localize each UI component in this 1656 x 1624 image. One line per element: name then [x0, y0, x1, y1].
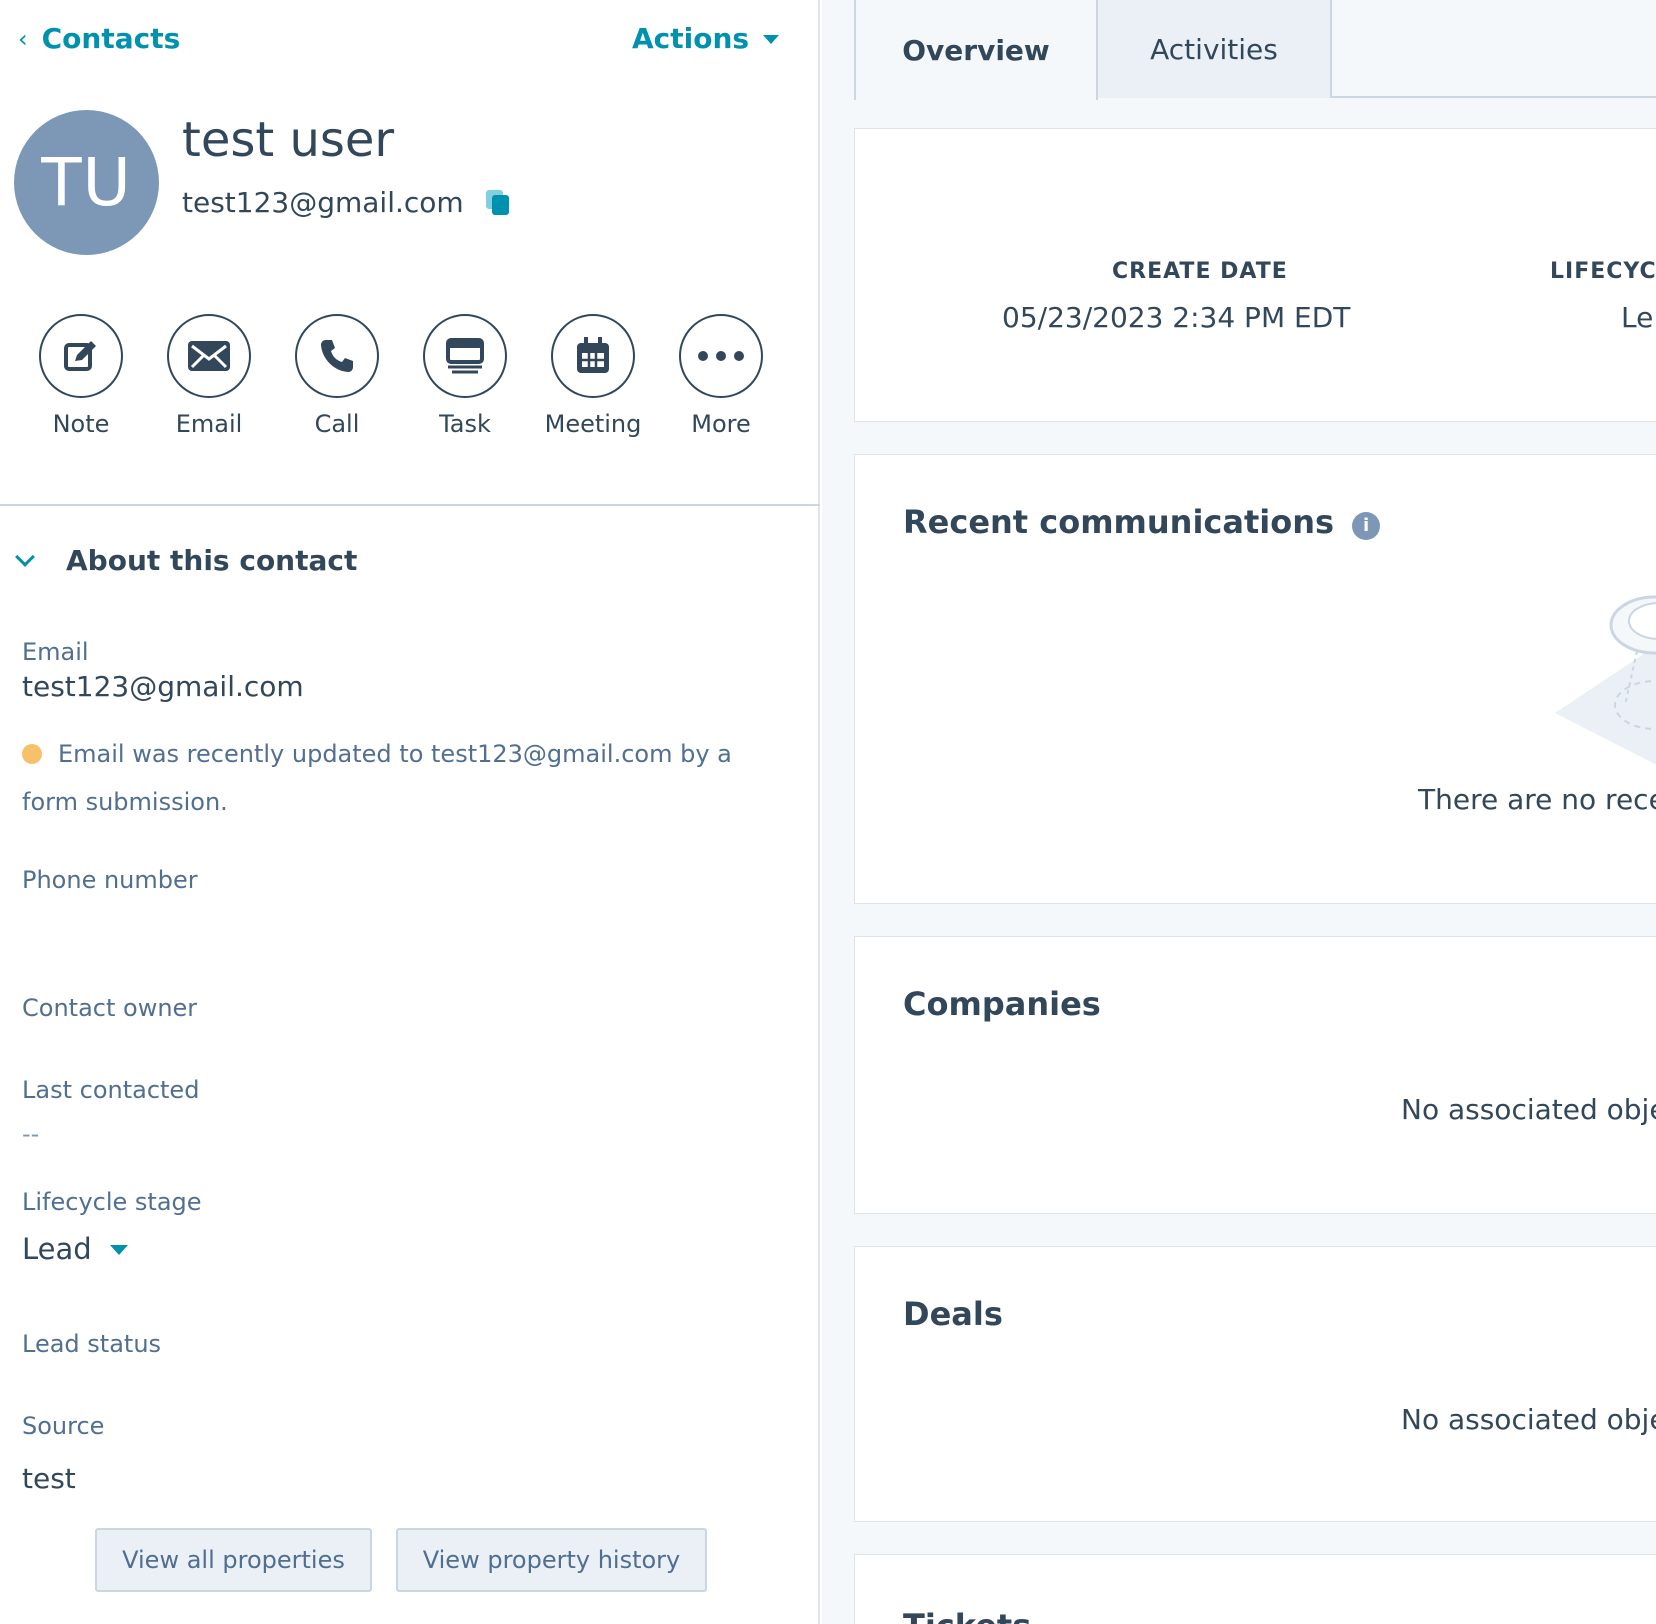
deals-title: Deals [903, 1295, 1003, 1333]
email-update-notice: Email was recently updated to test123@gm… [22, 730, 762, 826]
source-field-label: Source [22, 1412, 105, 1440]
deals-card: Deals No associated obje [854, 1246, 1656, 1522]
companies-title: Companies [903, 985, 1101, 1023]
more-icon [679, 314, 763, 398]
email-field-value[interactable]: test123@gmail.com [22, 670, 304, 703]
meeting-action-button[interactable]: Meeting [533, 314, 653, 438]
recent-communications-card: Recent communications i There are no rece… [854, 454, 1656, 904]
more-action-label: More [691, 410, 751, 438]
contact-main-panel: Overview Activities CREATE DATE 05/23/20… [822, 0, 1656, 1624]
recent-communications-title: Recent communications i [903, 503, 1381, 541]
recent-communications-title-text: Recent communications [903, 503, 1335, 541]
highlights-card: CREATE DATE 05/23/2023 2:34 PM EDT LIFEC… [854, 128, 1656, 422]
meeting-action-label: Meeting [544, 410, 642, 438]
call-action-label: Call [314, 410, 360, 438]
actions-label: Actions [632, 22, 750, 55]
top-nav: ‹ Contacts Actions [0, 0, 820, 80]
copy-icon[interactable] [485, 189, 512, 216]
tickets-card: Tickets [854, 1554, 1656, 1624]
recent-communications-empty: There are no recen [1418, 783, 1656, 816]
task-action-button[interactable]: Task [405, 314, 525, 438]
contact-name[interactable]: test user [182, 112, 394, 168]
view-property-history-button[interactable]: View property history [396, 1528, 707, 1592]
note-icon [39, 314, 123, 398]
tickets-title: Tickets [903, 1607, 1031, 1624]
lifecycle-stage-label: LIFECYC [1550, 259, 1656, 284]
owner-field-value[interactable] [22, 1026, 722, 1066]
last-contacted-label: Last contacted [22, 1076, 200, 1104]
email-update-notice-text: Email was recently updated to test123@gm… [22, 740, 732, 816]
phone-field-value[interactable] [22, 898, 722, 938]
warning-dot-icon [22, 744, 42, 764]
caret-down-icon [763, 35, 780, 44]
contact-email-header: test123@gmail.com [182, 186, 512, 219]
actions-dropdown[interactable]: Actions [632, 22, 780, 55]
call-action-button[interactable]: Call [277, 314, 397, 438]
companies-card: Companies No associated obje [854, 936, 1656, 1214]
call-icon [295, 314, 379, 398]
about-section-toggle[interactable]: About this contact [15, 544, 358, 577]
chevron-down-icon [15, 546, 35, 567]
back-to-contacts-link[interactable]: ‹ Contacts [18, 22, 180, 55]
more-action-button[interactable]: More [661, 314, 781, 438]
phone-field-label: Phone number [22, 866, 198, 894]
back-label: Contacts [41, 22, 181, 55]
last-contacted-value: -- [22, 1120, 40, 1148]
tab-overview[interactable]: Overview [854, 0, 1098, 100]
tab-activities[interactable]: Activities [1098, 0, 1332, 98]
lead-status-label: Lead status [22, 1330, 162, 1358]
task-action-label: Task [439, 410, 491, 438]
lifecycle-field-label: Lifecycle stage [22, 1188, 202, 1216]
email-action-button[interactable]: Email [149, 314, 269, 438]
meeting-icon [551, 314, 635, 398]
note-action-label: Note [52, 410, 110, 438]
contact-email-text: test123@gmail.com [182, 186, 464, 219]
note-action-button[interactable]: Note [21, 314, 141, 438]
task-icon [423, 314, 507, 398]
view-all-properties-button[interactable]: View all properties [95, 1528, 372, 1592]
email-icon [167, 314, 251, 398]
lifecycle-stage-select[interactable]: Lead [22, 1232, 128, 1266]
owner-field-label: Contact owner [22, 994, 198, 1022]
empty-state-illustration-icon [1555, 595, 1656, 765]
create-date-value: 05/23/2023 2:34 PM EDT [1002, 301, 1351, 334]
quick-actions: Note Email Call Task Meeting More [0, 314, 820, 454]
email-action-label: Email [175, 410, 243, 438]
lead-status-value[interactable] [22, 1362, 722, 1402]
record-tabs: Overview Activities [854, 0, 1656, 100]
contact-sidebar: ‹ Contacts Actions TU test user test123@… [0, 0, 820, 1624]
chevron-left-icon: ‹ [18, 24, 28, 53]
deals-empty: No associated obje [1401, 1403, 1656, 1436]
companies-empty: No associated obje [1401, 1093, 1656, 1126]
lifecycle-stage-value: Le [1621, 301, 1654, 334]
info-icon[interactable]: i [1352, 511, 1381, 540]
source-field-value[interactable]: test [22, 1462, 76, 1495]
about-section-title: About this contact [66, 544, 358, 577]
avatar: TU [14, 110, 159, 255]
email-field-label: Email [22, 638, 89, 666]
create-date-label: CREATE DATE [1112, 259, 1288, 284]
lifecycle-stage-value: Lead [22, 1232, 92, 1266]
section-divider [0, 504, 820, 506]
caret-down-icon [109, 1245, 128, 1255]
